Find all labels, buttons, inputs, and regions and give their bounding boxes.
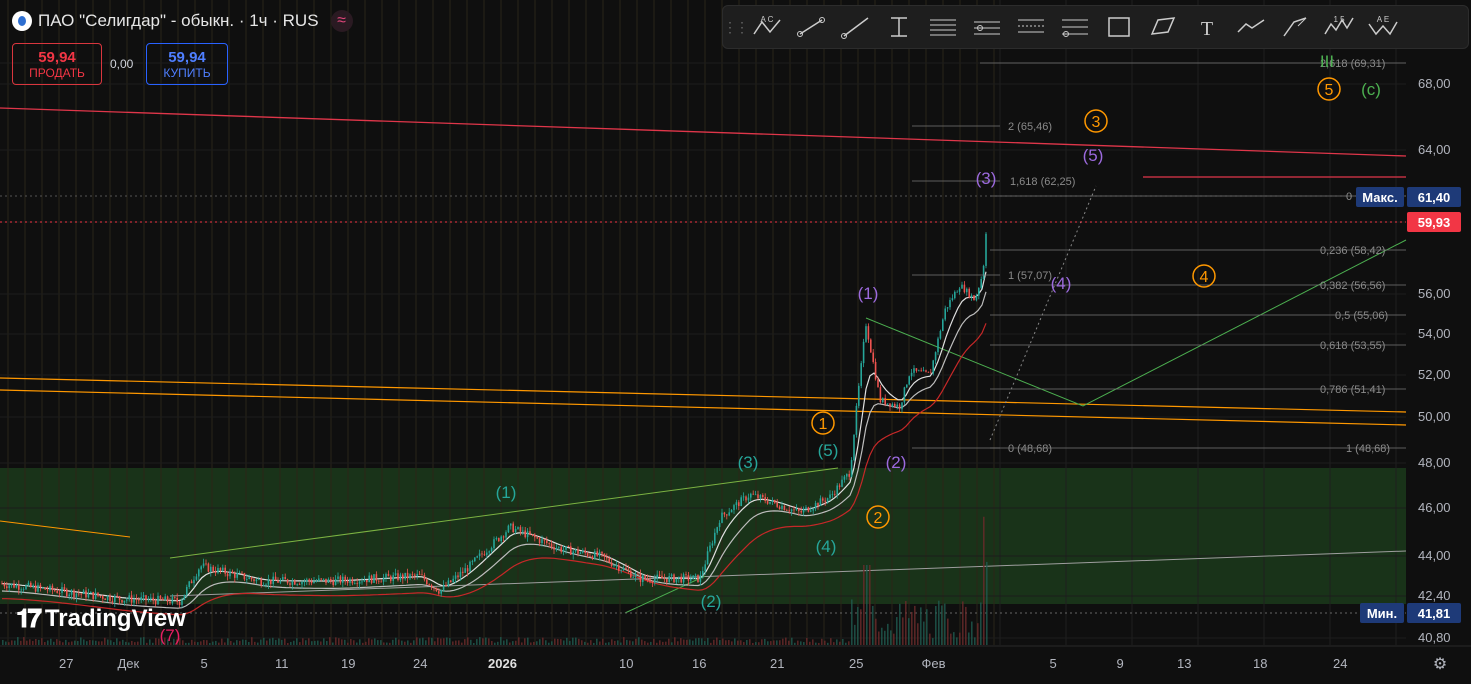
last-price-tag: 59,93	[1407, 212, 1461, 232]
parallel-channel-icon[interactable]	[921, 9, 965, 45]
svg-text:T: T	[1201, 18, 1213, 40]
fib-extension-icon[interactable]	[1009, 9, 1053, 45]
price-tick: 50,00	[1418, 409, 1451, 424]
price-tick: 44,00	[1418, 548, 1451, 563]
time-tick: 19	[341, 656, 356, 671]
polyline-icon[interactable]	[1229, 9, 1273, 45]
wave-label: (c)	[1361, 80, 1381, 99]
time-tick: Дек	[117, 656, 140, 671]
price-chart[interactable]: 2,618 (69,31)2 (65,46)1,618 (62,25)1 (57…	[0, 0, 1471, 684]
price-tick: 42,40	[1418, 588, 1451, 603]
buy-label: КУПИТЬ	[163, 65, 211, 80]
sell-price: 59,94	[38, 48, 76, 66]
price-tick: 48,00	[1418, 455, 1451, 470]
fib-level-label: 1 (57,07)	[1008, 270, 1052, 282]
fib-level-label: 0,786 (51,41)	[1320, 384, 1385, 396]
price-tick: 68,00	[1418, 76, 1451, 91]
time-tick: 25	[849, 656, 864, 671]
fib-level-label: 0 (48,68)	[1008, 443, 1052, 455]
text-icon[interactable]: T	[1185, 9, 1229, 45]
buy-price: 59,94	[168, 48, 206, 66]
fib-level-label: 0,236 (58,42)	[1320, 245, 1385, 257]
wave-label: (4)	[816, 537, 837, 556]
wave-label: (1)	[496, 483, 517, 502]
time-tick: Фев	[921, 656, 946, 671]
symbol-title[interactable]: ПАО "Селигдар" - обыкн. · 1ч · RUS	[38, 11, 319, 31]
min-label-tag: Мин.	[1360, 603, 1404, 623]
time-tick: 18	[1253, 656, 1268, 671]
abcd-pattern-icon[interactable]: A C	[745, 9, 789, 45]
price-tick: 64,00	[1418, 142, 1451, 157]
settings-gear-icon[interactable]: ⚙	[1430, 654, 1450, 674]
fib-level-label: 0,5 (55,06)	[1335, 310, 1388, 322]
time-tick: 13	[1177, 656, 1192, 671]
drag-handle-icon[interactable]: ⋮⋮	[723, 19, 749, 36]
wave-label: III	[1320, 52, 1334, 71]
rectangle-icon[interactable]	[1097, 9, 1141, 45]
brand-name: TradingView	[44, 605, 186, 632]
time-tick: 2026	[488, 656, 517, 671]
price-tick: 52,00	[1418, 367, 1451, 382]
buy-button[interactable]: 59,94 КУПИТЬ	[146, 43, 228, 85]
wave-label: (1)	[858, 284, 879, 303]
symbol-header[interactable]: ПАО "Селигдар" - обыкн. · 1ч · RUS ≈	[12, 10, 353, 32]
wave-label: 1	[819, 416, 828, 433]
company-logo-icon	[12, 11, 32, 31]
tv-mark-icon: 𝟏𝟕	[16, 603, 42, 633]
time-tick: 24	[1333, 656, 1348, 671]
fib-level-label: 1 (48,68)	[1346, 443, 1390, 455]
svg-text:A C: A C	[761, 15, 774, 24]
time-tick: 5	[1049, 656, 1057, 671]
gann-fan-icon[interactable]	[1053, 9, 1097, 45]
fib-retracement-icon[interactable]	[965, 9, 1009, 45]
fib-level-label: 0,618 (53,55)	[1320, 340, 1385, 352]
wave-label: (5)	[818, 441, 839, 460]
fib-level-label: 2 (65,46)	[1008, 121, 1052, 133]
price-tick: 40,80	[1418, 630, 1451, 645]
wave-label: 5	[1325, 82, 1334, 99]
long-position-icon[interactable]	[877, 9, 921, 45]
time-tick: 5	[200, 656, 208, 671]
wave-label: (2)	[886, 453, 907, 472]
time-tick: 21	[770, 656, 785, 671]
price-tick: 54,00	[1418, 326, 1451, 341]
spread-value: 0,00	[110, 57, 134, 71]
wave-label: 2	[874, 510, 883, 527]
drawing-toolbar: ⋮⋮ A C T 1 5 A E	[722, 5, 1469, 49]
tradingview-logo: 𝟏𝟕 TradingView	[16, 603, 186, 635]
time-tick: 11	[275, 656, 289, 671]
price-tick: 56,00	[1418, 286, 1451, 301]
time-tick: 10	[619, 656, 634, 671]
time-tick: 9	[1116, 656, 1124, 671]
sell-label: ПРОДАТЬ	[29, 65, 85, 80]
ray-icon[interactable]	[833, 9, 877, 45]
elliott-abc-icon[interactable]	[1273, 9, 1317, 45]
wave-label: (5)	[1083, 146, 1104, 165]
wave-label: (4)	[1051, 274, 1072, 293]
min-value-tag: 41,81	[1407, 603, 1461, 623]
fib-level-label: 0	[1346, 191, 1352, 203]
indicator-wave-icon[interactable]: ≈	[330, 10, 353, 32]
wave-label: (3)	[738, 453, 759, 472]
wave-label: 4	[1200, 269, 1209, 286]
wave-label: (2)	[701, 592, 722, 611]
max-label-tag: Макс.	[1356, 187, 1404, 207]
fib-level-label: 1,618 (62,25)	[1010, 176, 1075, 188]
fib-level-label: 0,382 (56,56)	[1320, 280, 1385, 292]
time-tick: 24	[413, 656, 428, 671]
elliott-corrective-icon[interactable]: A E	[1361, 9, 1405, 45]
elliott-impulse-icon[interactable]: 1 5	[1317, 9, 1361, 45]
price-tick: 46,00	[1418, 500, 1451, 515]
pitchfork-icon[interactable]	[1141, 9, 1185, 45]
wave-label: (3)	[976, 169, 997, 188]
time-tick: 16	[692, 656, 707, 671]
trend-line-icon[interactable]	[789, 9, 833, 45]
time-tick: 27	[59, 656, 74, 671]
sell-button[interactable]: 59,94 ПРОДАТЬ	[12, 43, 102, 85]
svg-text:1 5: 1 5	[1333, 15, 1345, 24]
max-value-tag: 61,40	[1407, 187, 1461, 207]
svg-text:A E: A E	[1377, 15, 1389, 24]
wave-label: 3	[1092, 114, 1101, 131]
